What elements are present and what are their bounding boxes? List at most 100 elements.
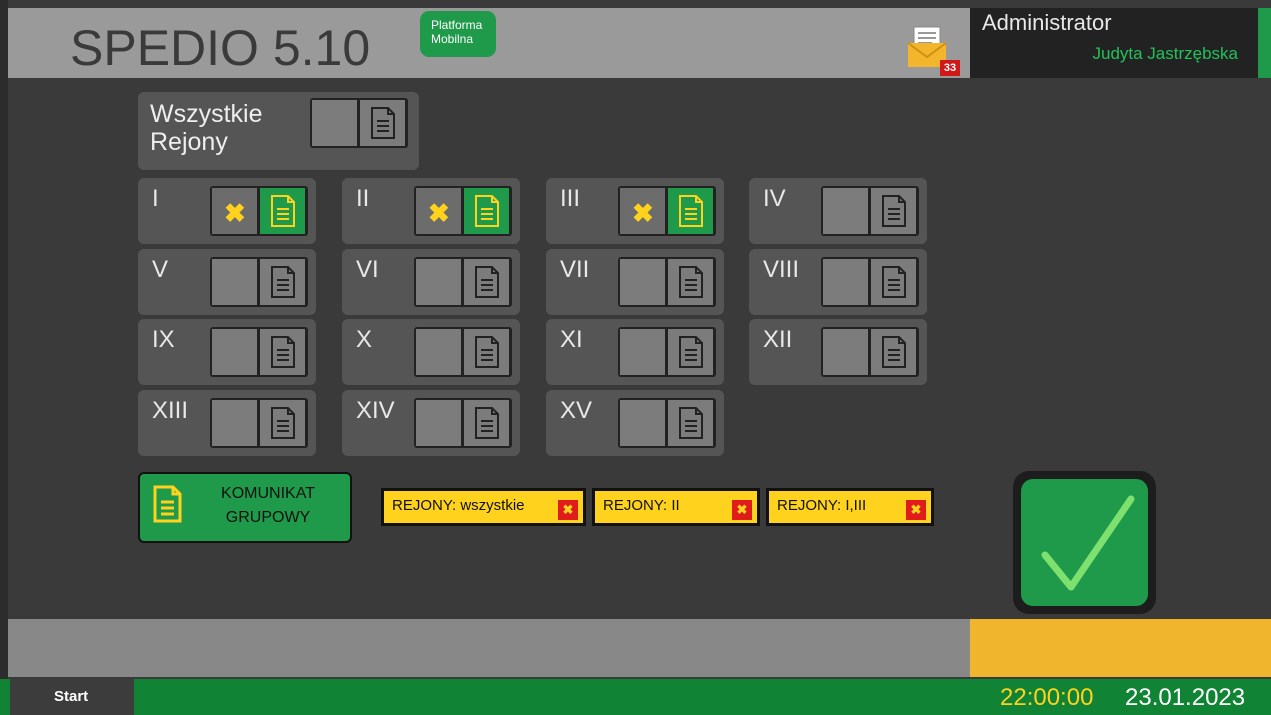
document-icon[interactable] [668, 329, 713, 375]
close-icon[interactable]: ✖ [906, 500, 926, 520]
toggle-checkbox[interactable] [212, 259, 257, 305]
region-tile: XIV [342, 390, 520, 456]
x-mark-icon: ✖ [632, 198, 654, 228]
region-label: X [356, 326, 373, 353]
region-toggle[interactable] [821, 257, 919, 307]
document-icon[interactable] [668, 259, 713, 305]
toggle-checkbox[interactable] [416, 259, 461, 305]
all-regions-toggle[interactable] [310, 98, 408, 148]
toggle-checkbox[interactable] [823, 259, 868, 305]
region-toggle[interactable] [414, 327, 512, 377]
region-tile: VIII [749, 249, 927, 315]
region-toggle[interactable] [618, 257, 716, 307]
document-icon[interactable] [871, 329, 916, 375]
region-toggle[interactable] [210, 257, 308, 307]
region-label: VII [560, 256, 590, 283]
header-bar: SPEDIO 5.10 Platforma Mobilna 33 [8, 8, 970, 78]
toggle-checkbox[interactable] [416, 329, 461, 375]
region-tile: I ✖ [138, 178, 316, 244]
toggle-checkbox[interactable]: ✖ [620, 188, 665, 234]
region-label: IX [152, 326, 175, 353]
region-label: XI [560, 326, 583, 353]
app-title: SPEDIO 5.10 [70, 20, 371, 76]
region-tile: II ✖ [342, 178, 520, 244]
toggle-checkbox[interactable] [823, 188, 868, 234]
document-icon[interactable] [668, 188, 713, 234]
document-icon[interactable] [871, 188, 916, 234]
region-toggle[interactable] [821, 186, 919, 236]
region-label: I [152, 185, 159, 212]
region-tile: IV [749, 178, 927, 244]
toggle-checkbox[interactable]: ✖ [416, 188, 461, 234]
document-icon[interactable] [260, 259, 305, 305]
platform-badge-line1: Platforma [431, 18, 483, 32]
toggle-checkbox[interactable] [620, 329, 665, 375]
region-label: VI [356, 256, 379, 283]
region-label: II [356, 185, 370, 212]
status-accent [970, 619, 1271, 677]
toggle-checkbox[interactable] [212, 329, 257, 375]
x-mark-icon: ✖ [428, 198, 450, 228]
group-message-button[interactable]: KOMUNIKAT GRUPOWY [138, 472, 352, 543]
user-role: Administrator [982, 10, 1112, 35]
toggle-checkbox[interactable] [416, 400, 461, 446]
region-tile: IX [138, 319, 316, 385]
region-tile: XII [749, 319, 927, 385]
toggle-checkbox[interactable] [823, 329, 868, 375]
document-icon[interactable] [260, 188, 305, 234]
document-icon[interactable] [260, 329, 305, 375]
document-icon[interactable] [464, 188, 509, 234]
confirm-button[interactable] [1013, 471, 1156, 614]
document-icon[interactable] [871, 259, 916, 305]
platform-badge-line2: Mobilna [431, 32, 474, 46]
document-icon[interactable] [360, 100, 405, 146]
region-toggle[interactable] [210, 327, 308, 377]
document-icon[interactable] [464, 400, 509, 446]
filter-chip-label: REJONY: wszystkie [392, 497, 525, 514]
toggle-checkbox[interactable] [212, 400, 257, 446]
start-button[interactable]: Start [10, 679, 134, 715]
region-toggle[interactable]: ✖ [414, 186, 512, 236]
region-label: XIII [152, 397, 189, 424]
region-toggle[interactable] [414, 257, 512, 307]
clock-time: 22:00:00 [1000, 684, 1094, 711]
filter-chip-label: REJONY: I,III [777, 497, 867, 514]
region-label: XIV [356, 397, 395, 424]
region-toggle[interactable]: ✖ [210, 186, 308, 236]
toggle-checkbox[interactable] [312, 100, 357, 146]
document-icon[interactable] [260, 400, 305, 446]
region-label: IV [763, 185, 786, 212]
region-label: VIII [763, 256, 800, 283]
document-icon[interactable] [668, 400, 713, 446]
platform-mobile-badge[interactable]: Platforma Mobilna [420, 11, 496, 57]
toggle-checkbox[interactable] [620, 400, 665, 446]
region-tile: III ✖ [546, 178, 724, 244]
close-icon[interactable]: ✖ [732, 500, 752, 520]
filter-chip: REJONY: wszystkie ✖ [381, 488, 586, 526]
toggle-checkbox[interactable]: ✖ [212, 188, 257, 234]
document-icon [153, 485, 182, 523]
region-tile: V [138, 249, 316, 315]
region-toggle[interactable] [210, 398, 308, 448]
region-toggle[interactable] [414, 398, 512, 448]
clock-date: 23.01.2023 [1125, 684, 1246, 711]
user-panel[interactable]: Administrator Judyta Jastrzębska [970, 8, 1258, 78]
region-toggle[interactable] [618, 327, 716, 377]
close-icon[interactable]: ✖ [558, 500, 578, 520]
user-name: Judyta Jastrzębska [1092, 44, 1238, 63]
unread-count-badge: 33 [940, 60, 960, 76]
document-icon[interactable] [464, 329, 509, 375]
checkmark-icon [1041, 495, 1135, 591]
region-tile: VI [342, 249, 520, 315]
status-bar [8, 619, 970, 677]
x-mark-icon: ✖ [224, 198, 246, 228]
toggle-checkbox[interactable] [620, 259, 665, 305]
region-toggle[interactable]: ✖ [618, 186, 716, 236]
region-tile: XV [546, 390, 724, 456]
filter-chip: REJONY: I,III ✖ [766, 488, 934, 526]
region-toggle[interactable] [618, 398, 716, 448]
all-regions-label: Wszystkie Rejony [150, 100, 263, 156]
filter-chip-label: REJONY: II [603, 497, 680, 514]
document-icon[interactable] [464, 259, 509, 305]
region-toggle[interactable] [821, 327, 919, 377]
